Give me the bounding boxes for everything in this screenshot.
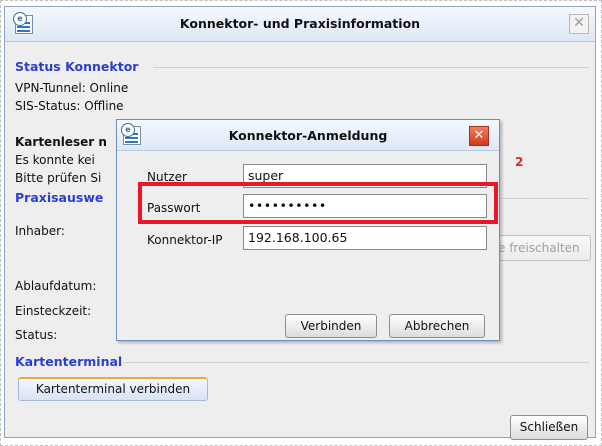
dialog-titlebar[interactable]: e Konnektor-Anmeldung ✕ bbox=[117, 120, 499, 151]
terminal-section-title: Kartenterminal bbox=[15, 354, 123, 369]
card-reader-message: Es konnte kei bbox=[15, 153, 95, 167]
card-status-label: Status: bbox=[15, 328, 58, 342]
section-divider bbox=[501, 198, 589, 199]
owner-label: Inhaber: bbox=[15, 224, 65, 238]
close-icon[interactable]: ✕ bbox=[569, 14, 589, 34]
dialog-title: Konnektor-Anmeldung bbox=[228, 128, 388, 143]
section-divider bbox=[153, 67, 589, 68]
insert-time-label: Einsteckzeit: bbox=[15, 304, 92, 318]
close-button[interactable]: Schließen bbox=[510, 415, 588, 440]
status-section-title: Status Konnektor bbox=[15, 59, 139, 74]
step-marker: 2 bbox=[515, 155, 524, 169]
section-divider bbox=[123, 362, 589, 363]
expiry-label: Ablaufdatum: bbox=[15, 279, 97, 293]
main-window-title: Konnektor- und Praxisinformation bbox=[179, 16, 421, 31]
card-reader-title: Kartenleser n bbox=[15, 135, 107, 149]
cancel-button[interactable]: Abbrechen bbox=[389, 314, 485, 338]
sis-status: SIS-Status: Offline bbox=[15, 99, 124, 113]
unlock-card-button[interactable]: e freischalten bbox=[491, 235, 591, 261]
connect-terminal-button[interactable]: Kartenterminal verbinden bbox=[18, 377, 208, 401]
connector-ip-label: Konnektor-IP bbox=[147, 233, 223, 247]
vpn-status: VPN-Tunnel: Online bbox=[15, 81, 129, 95]
close-icon[interactable]: ✕ bbox=[469, 126, 489, 146]
password-highlight-box bbox=[138, 182, 498, 224]
connector-login-dialog: e Konnektor-Anmeldung ✕ Nutzer super Pas… bbox=[116, 119, 500, 341]
practice-card-section-title: Praxisauswe bbox=[15, 190, 104, 205]
connector-ip-input[interactable]: 192.168.100.65 bbox=[243, 226, 487, 250]
main-window-titlebar[interactable]: e Konnektor- und Praxisinformation ✕ bbox=[5, 7, 595, 42]
connect-button[interactable]: Verbinden bbox=[285, 314, 377, 338]
card-reader-hint: Bitte prüfen Si bbox=[15, 171, 102, 185]
